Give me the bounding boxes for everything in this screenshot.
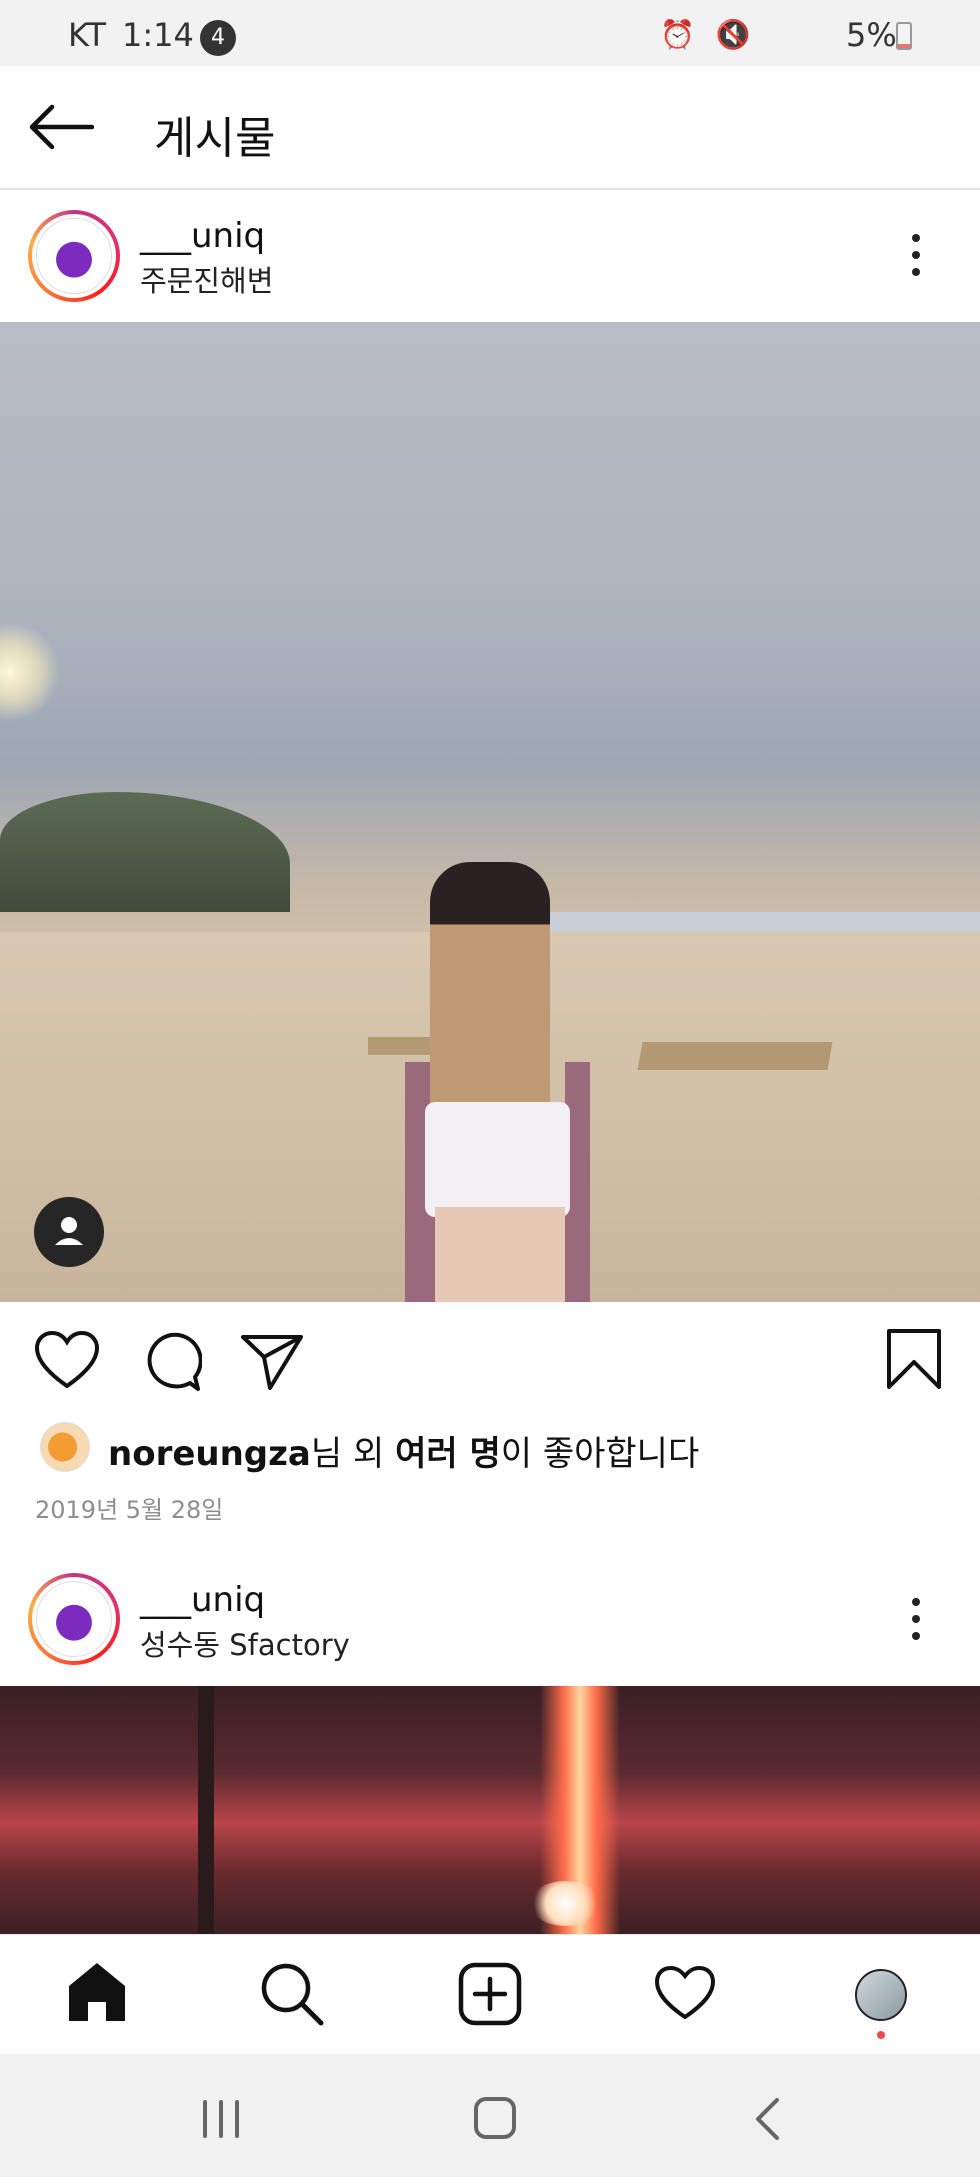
post-location[interactable]: 성수동 Sfactory <box>140 1622 350 1664</box>
post-avatar[interactable] <box>28 210 120 302</box>
post-date: 2019년 5월 28일 <box>35 1496 224 1524</box>
back-arrow-icon[interactable] <box>28 104 94 150</box>
liker-username[interactable]: noreungza <box>108 1434 311 1474</box>
likes-text-2: 이 좋아합니다 <box>500 1434 700 1474</box>
likes-text-1: 님 외 <box>310 1434 396 1474</box>
like-heart-icon[interactable] <box>34 1330 100 1390</box>
bookmark-icon[interactable] <box>886 1328 942 1390</box>
add-post-icon[interactable] <box>458 1962 522 2026</box>
carrier-label: KT <box>68 16 107 54</box>
battery-percent: 5% <box>846 16 897 54</box>
notification-count-badge: 4 <box>200 20 236 56</box>
tongue-logo-icon <box>36 1581 112 1657</box>
page-title: 게시물 <box>154 113 276 164</box>
clock: 1:14 <box>122 16 194 54</box>
likes-others[interactable]: 여러 명 <box>395 1434 501 1474</box>
post-location[interactable]: 주문진해변 <box>140 258 273 300</box>
post-photo[interactable] <box>0 322 980 1302</box>
status-icons: ⏰ 🔇 <box>660 18 757 51</box>
top-app-bar <box>0 66 980 190</box>
more-options-icon[interactable] <box>912 234 920 276</box>
post-photo[interactable] <box>0 1686 980 1934</box>
share-send-icon[interactable] <box>240 1333 304 1391</box>
tongue-logo-icon <box>36 218 112 294</box>
likes-summary[interactable]: noreungza님 외 여러 명이 좋아합니다 <box>108 1426 699 1475</box>
recent-apps-icon[interactable] <box>200 2098 242 2140</box>
home-system-icon[interactable] <box>473 2096 517 2140</box>
liker-avatar[interactable] <box>40 1422 90 1472</box>
profile-avatar[interactable] <box>855 1969 907 2021</box>
comment-icon[interactable] <box>140 1331 202 1393</box>
post-username[interactable]: ___uniq <box>140 1580 265 1620</box>
battery-level <box>898 44 910 48</box>
post-username[interactable]: ___uniq <box>140 216 265 256</box>
home-icon[interactable] <box>66 1960 128 2024</box>
search-icon[interactable] <box>260 1962 324 2026</box>
notification-dot <box>877 2031 885 2039</box>
status-bar: KT 1:14 4 ⏰ 🔇 5% <box>0 0 980 66</box>
back-system-icon[interactable] <box>752 2096 782 2142</box>
activity-heart-icon[interactable] <box>654 1965 716 2021</box>
more-options-icon[interactable] <box>912 1598 920 1640</box>
post-avatar[interactable] <box>28 1573 120 1665</box>
user-tag-button[interactable] <box>34 1197 104 1267</box>
